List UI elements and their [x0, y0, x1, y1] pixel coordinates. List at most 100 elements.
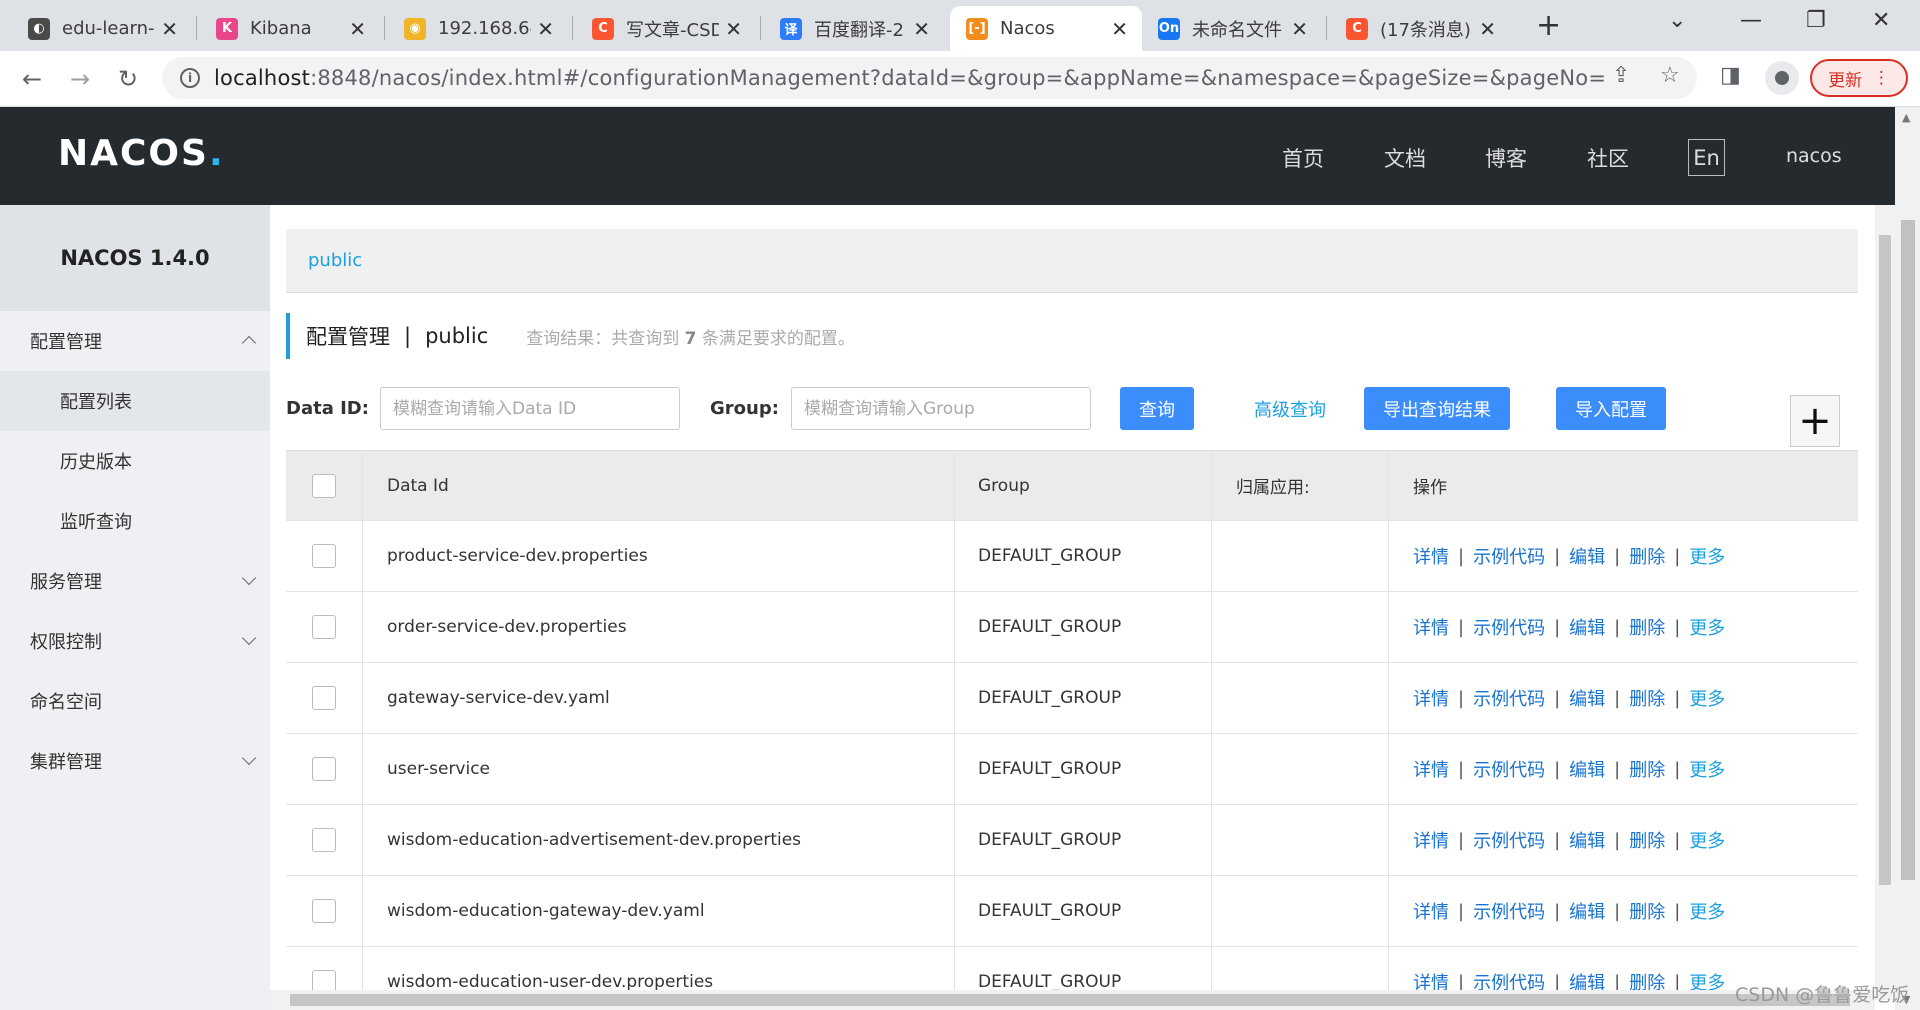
close-icon[interactable]: ✕ [1111, 17, 1128, 41]
op-more-link[interactable]: 更多 [1689, 898, 1725, 924]
horizontal-scrollbar[interactable] [270, 990, 1875, 1010]
site-info-icon[interactable]: i [180, 68, 200, 88]
profile-avatar[interactable] [1765, 61, 1799, 95]
row-checkbox[interactable] [312, 686, 336, 710]
nacos-logo[interactable]: NACOS. [58, 133, 225, 174]
op-delete-link[interactable]: 删除 [1629, 614, 1665, 640]
op-more-link[interactable]: 更多 [1689, 827, 1725, 853]
table-row[interactable]: wisdom-education-advertisement-dev.prope… [286, 805, 1858, 876]
add-config-button[interactable]: + [1790, 395, 1840, 447]
browser-tab[interactable]: C (17条消息) ✕ [1330, 6, 1510, 51]
close-icon[interactable]: ✕ [349, 17, 366, 41]
forward-icon[interactable]: → [62, 61, 98, 97]
minimize-icon[interactable]: — [1740, 8, 1762, 33]
sidebar-item-namespace[interactable]: 命名空间 [0, 671, 270, 731]
maximize-icon[interactable]: ❐ [1806, 8, 1826, 33]
table-row[interactable]: wisdom-education-gateway-dev.yaml DEFAULT… [286, 876, 1858, 947]
user-menu[interactable]: nacos [1786, 145, 1842, 167]
browser-tab[interactable]: K Kibana ✕ [200, 6, 380, 51]
close-icon[interactable]: ✕ [1479, 17, 1496, 41]
browser-tab[interactable]: On 未命名文件 ✕ [1142, 6, 1322, 51]
sidebar-item-history[interactable]: 历史版本 [0, 431, 270, 491]
language-switch-button[interactable]: En [1688, 139, 1725, 176]
sidebar-item-config-list[interactable]: 配置列表 [0, 371, 270, 431]
side-panel-icon[interactable]: ◨ [1720, 63, 1741, 88]
bookmark-star-icon[interactable]: ☆ [1660, 63, 1680, 88]
table-row[interactable]: order-service-dev.properties DEFAULT_GROU… [286, 592, 1858, 663]
close-icon[interactable]: ✕ [913, 17, 930, 41]
update-button[interactable]: 更新 ⋮ [1810, 59, 1908, 97]
op-sample-code-link[interactable]: 示例代码 [1473, 756, 1545, 782]
row-checkbox[interactable] [312, 544, 336, 568]
dataid-search-input[interactable] [380, 387, 680, 430]
export-results-button[interactable]: 导出查询结果 [1364, 387, 1510, 430]
close-icon[interactable]: ✕ [1291, 17, 1308, 41]
op-delete-link[interactable]: 删除 [1629, 543, 1665, 569]
op-delete-link[interactable]: 删除 [1629, 827, 1665, 853]
op-detail-link[interactable]: 详情 [1413, 756, 1449, 782]
sidebar-item-service-management[interactable]: 服务管理 [0, 551, 270, 611]
op-detail-link[interactable]: 详情 [1413, 614, 1449, 640]
query-button[interactable]: 查询 [1120, 387, 1194, 430]
scroll-up-icon[interactable]: ▲ [1902, 111, 1910, 124]
browser-tab[interactable]: ◐ edu-learn- ✕ [12, 6, 192, 51]
sidebar-item-config-management[interactable]: 配置管理 [0, 311, 270, 371]
op-sample-code-link[interactable]: 示例代码 [1473, 685, 1545, 711]
page-vertical-scrollbar[interactable]: ▲ ▼ [1895, 107, 1920, 1010]
nav-home[interactable]: 首页 [1282, 143, 1324, 173]
op-sample-code-link[interactable]: 示例代码 [1473, 898, 1545, 924]
browser-tab[interactable]: ◉ 192.168.64 ✕ [388, 6, 568, 51]
op-more-link[interactable]: 更多 [1689, 614, 1725, 640]
row-checkbox[interactable] [312, 757, 336, 781]
advanced-query-button[interactable]: 高级查询 [1250, 387, 1330, 430]
reload-icon[interactable]: ↻ [110, 61, 146, 97]
import-config-button[interactable]: 导入配置 [1556, 387, 1666, 430]
op-edit-link[interactable]: 编辑 [1569, 685, 1605, 711]
op-more-link[interactable]: 更多 [1689, 685, 1725, 711]
browser-tab[interactable]: [-] Nacos ✕ [950, 6, 1142, 51]
sidebar-item-listener-query[interactable]: 监听查询 [0, 491, 270, 551]
sidebar-item-auth-control[interactable]: 权限控制 [0, 611, 270, 671]
op-delete-link[interactable]: 删除 [1629, 898, 1665, 924]
row-checkbox[interactable] [312, 899, 336, 923]
namespace-link-public[interactable]: public [308, 250, 362, 271]
nav-docs[interactable]: 文档 [1384, 143, 1426, 173]
op-detail-link[interactable]: 详情 [1413, 685, 1449, 711]
row-checkbox[interactable] [312, 615, 336, 639]
op-sample-code-link[interactable]: 示例代码 [1473, 614, 1545, 640]
op-edit-link[interactable]: 编辑 [1569, 614, 1605, 640]
table-row[interactable]: product-service-dev.properties DEFAULT_GR… [286, 521, 1858, 592]
op-edit-link[interactable]: 编辑 [1569, 827, 1605, 853]
op-sample-code-link[interactable]: 示例代码 [1473, 827, 1545, 853]
op-delete-link[interactable]: 删除 [1629, 685, 1665, 711]
nav-blog[interactable]: 博客 [1485, 143, 1527, 173]
close-icon[interactable]: ✕ [537, 17, 554, 41]
table-row[interactable]: gateway-service-dev.yaml DEFAULT_GROUP 详情 |… [286, 663, 1858, 734]
op-detail-link[interactable]: 详情 [1413, 898, 1449, 924]
op-more-link[interactable]: 更多 [1689, 756, 1725, 782]
select-all-checkbox[interactable] [312, 473, 336, 498]
op-edit-link[interactable]: 编辑 [1569, 898, 1605, 924]
browser-tab[interactable]: C 写文章-CSD ✕ [576, 6, 756, 51]
tab-search-icon[interactable]: ⌄ [1668, 8, 1686, 33]
row-checkbox[interactable] [312, 828, 336, 852]
close-window-icon[interactable]: ✕ [1872, 8, 1890, 33]
op-detail-link[interactable]: 详情 [1413, 827, 1449, 853]
new-tab-button[interactable]: + [1536, 8, 1561, 43]
op-edit-link[interactable]: 编辑 [1569, 756, 1605, 782]
table-row[interactable]: user-service DEFAULT_GROUP 详情 | 示例代码 | 编辑 | 删除 | 更… [286, 734, 1858, 805]
close-icon[interactable]: ✕ [161, 17, 178, 41]
nav-community[interactable]: 社区 [1587, 143, 1629, 173]
op-edit-link[interactable]: 编辑 [1569, 543, 1605, 569]
close-icon[interactable]: ✕ [725, 17, 742, 41]
table-vertical-scrollbar[interactable] [1875, 205, 1895, 1000]
op-more-link[interactable]: 更多 [1689, 543, 1725, 569]
browser-tab[interactable]: 译百度翻译-2 ✕ [764, 6, 944, 51]
op-detail-link[interactable]: 详情 [1413, 543, 1449, 569]
op-sample-code-link[interactable]: 示例代码 [1473, 543, 1545, 569]
address-bar[interactable]: i localhost:8848/nacos/index.html#/confi… [162, 57, 1697, 99]
op-delete-link[interactable]: 删除 [1629, 756, 1665, 782]
back-icon[interactable]: ← [14, 61, 50, 97]
group-search-input[interactable] [791, 387, 1091, 430]
share-icon[interactable]: ⇪ [1612, 63, 1630, 88]
